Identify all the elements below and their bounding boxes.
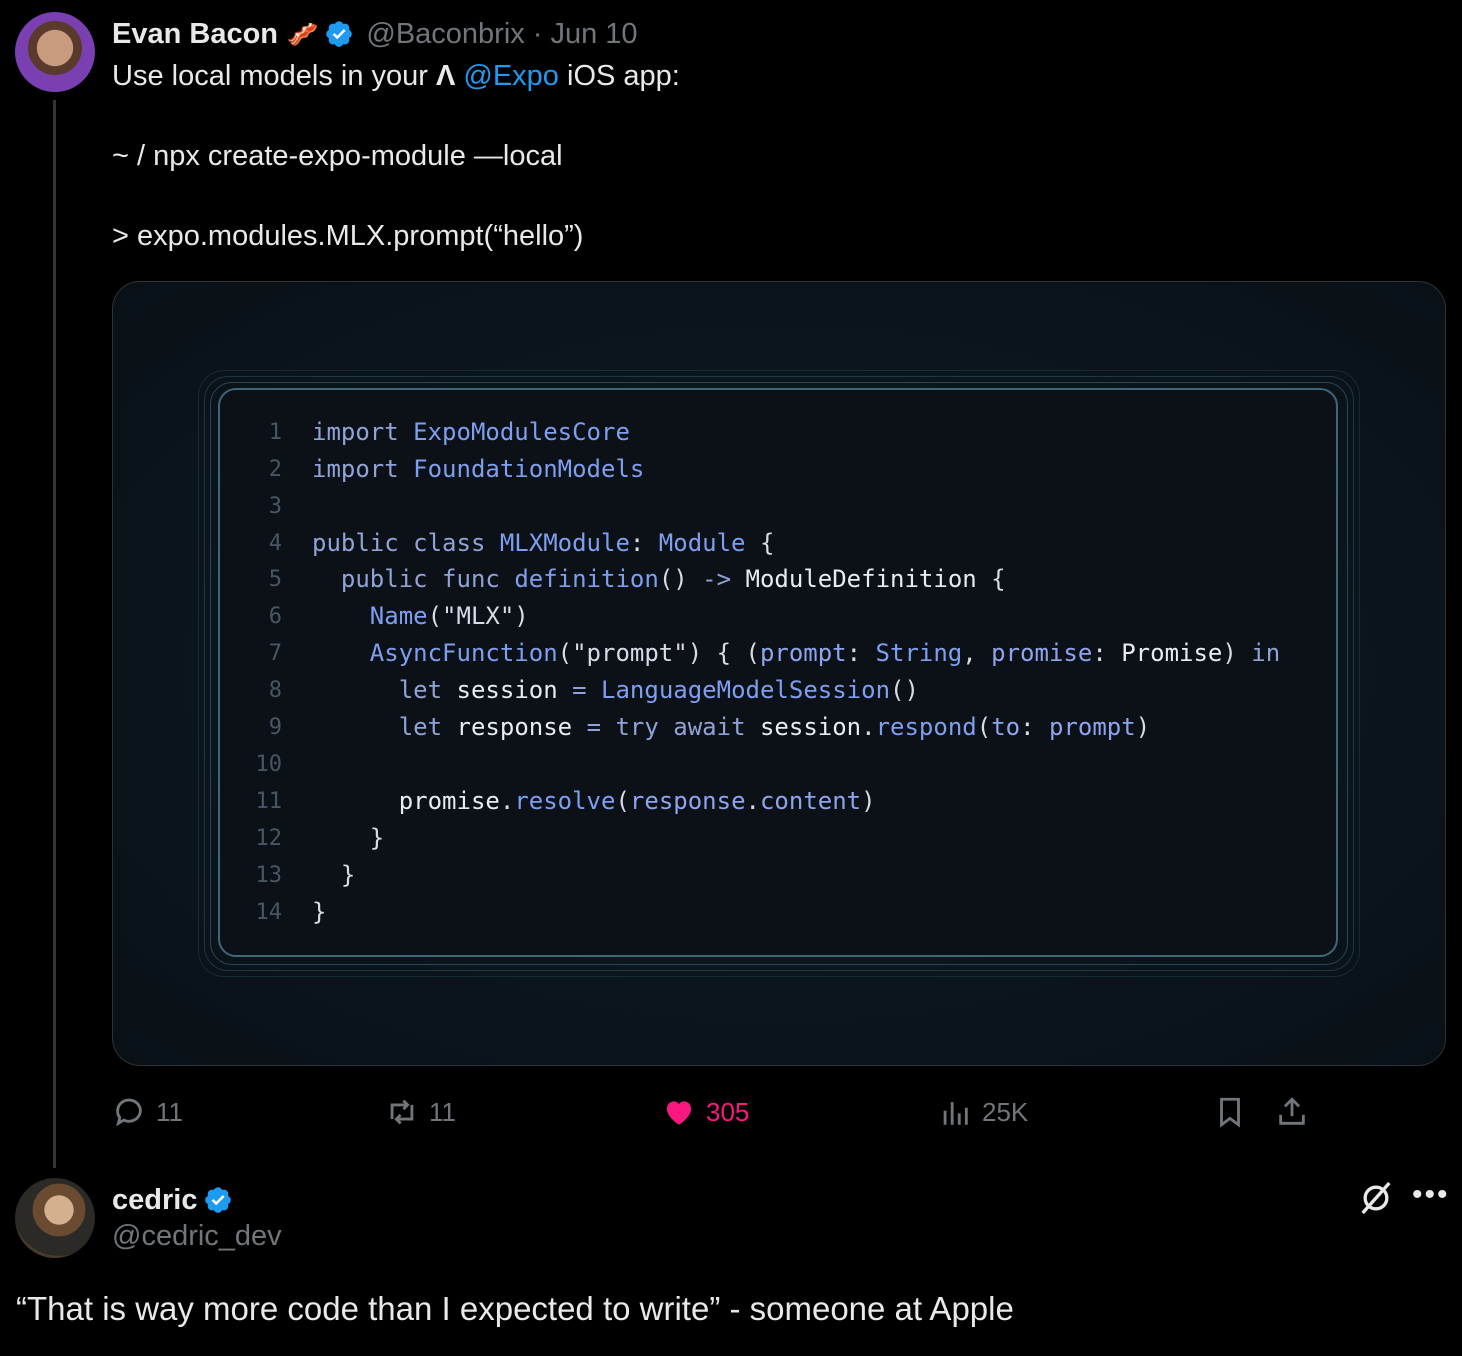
text-segment: Use local models in your <box>112 60 436 92</box>
analytics-icon <box>943 1102 968 1125</box>
tweet-header: Evan Bacon 🥓 @Baconbrix · Jun 10 <box>112 14 638 54</box>
code-line: let session = LanguageModelSession() <box>398 676 919 704</box>
reply-text: “That is way more code than I expected t… <box>16 1290 1014 1327</box>
more-options-icon[interactable]: ••• <box>1412 1178 1450 1212</box>
line-number: 9 <box>268 715 282 740</box>
verified-badge-icon <box>205 1187 232 1213</box>
expo-mention-link[interactable]: @Expo <box>463 60 559 92</box>
heart-icon <box>666 1101 692 1125</box>
line-number: 11 <box>255 789 283 814</box>
like-count: 305 <box>706 1096 750 1127</box>
code-line: import ExpoModulesCore <box>312 418 630 446</box>
retweet-count: 11 <box>429 1096 456 1127</box>
code-line: public class MLXModule: Module { <box>312 529 775 557</box>
code-line: promise.resolve(response.content) <box>398 787 876 815</box>
code-line: Name("MLX") <box>369 602 529 630</box>
share-icon <box>1279 1097 1305 1125</box>
views-count: 25K <box>982 1096 1029 1127</box>
retweet-icon <box>390 1099 414 1125</box>
code-line: } <box>340 861 356 889</box>
views-button[interactable]: 25K <box>938 1092 1028 1132</box>
reply-header: cedric <box>112 1180 233 1220</box>
code-line: } <box>369 824 385 852</box>
bacon-emoji: 🥓 <box>286 18 319 49</box>
grok-icon <box>1361 1181 1391 1215</box>
line-number: 2 <box>268 457 282 482</box>
line-number: 14 <box>255 900 283 925</box>
reply-count: 11 <box>156 1096 183 1127</box>
separator-dot: · <box>532 17 543 50</box>
code-line: public func definition() -> ModuleDefini… <box>340 565 1006 593</box>
line-number: 13 <box>255 863 283 888</box>
code-line: let response = try await session.respond… <box>398 713 1151 741</box>
line-number: 10 <box>255 752 283 777</box>
reply-icon <box>116 1098 142 1127</box>
line-number: 3 <box>268 494 282 519</box>
line-number: 12 <box>255 826 283 851</box>
reply-author-name[interactable]: cedric <box>112 1184 197 1217</box>
expo-logo: Λ <box>435 60 456 92</box>
reply-button[interactable]: 11 <box>112 1092 183 1132</box>
line-number: 7 <box>268 641 282 666</box>
reply-author-handle[interactable]: @cedric_dev <box>112 1220 282 1253</box>
avatar[interactable] <box>15 12 95 92</box>
retweet-button[interactable]: 11 <box>385 1092 456 1132</box>
share-button[interactable] <box>1275 1092 1309 1132</box>
verified-badge-icon <box>326 21 353 47</box>
text-segment: iOS app: <box>558 60 680 92</box>
thread-line <box>53 100 56 1168</box>
tweet-text-line-3: > expo.modules.MLX.prompt(“hello”) <box>112 220 584 252</box>
tweet-date[interactable]: Jun 10 <box>550 18 637 51</box>
code-line: AsyncFunction("prompt") { (prompt: Strin… <box>369 639 1281 667</box>
tweet-text-line-2: ~ / npx create-expo-module —local <box>112 140 563 172</box>
tweet-text-line-1: Use local models in your Λ @Expo iOS app… <box>112 56 680 96</box>
line-number: 4 <box>268 531 282 556</box>
bookmark-icon <box>1220 1097 1240 1128</box>
grok-button[interactable] <box>1356 1178 1396 1218</box>
line-number: 1 <box>268 420 282 445</box>
code-line: import FoundationModels <box>312 455 645 483</box>
code-line: } <box>312 898 327 926</box>
line-number: 6 <box>268 604 282 629</box>
author-handle[interactable]: @Baconbrix <box>366 18 524 51</box>
line-number: 8 <box>268 678 282 703</box>
line-number: 5 <box>268 567 282 592</box>
avatar[interactable] <box>15 1178 95 1258</box>
like-button[interactable]: 305 <box>662 1092 749 1132</box>
bookmark-button[interactable] <box>1213 1092 1247 1132</box>
author-name[interactable]: Evan Bacon <box>112 18 278 51</box>
